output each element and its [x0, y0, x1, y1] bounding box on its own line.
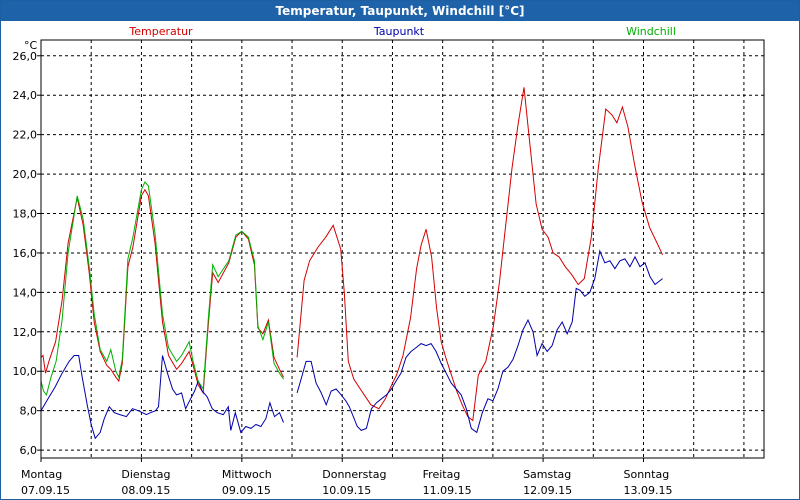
legend-temperatur: Temperatur	[128, 25, 193, 38]
x-tick-weekday: Sonntag	[624, 468, 670, 481]
x-tick-date: 07.09.15	[21, 484, 70, 497]
x-axis-ticks: Montag 07.09.15 Dienstag 08.09.15 Mittwoch 09…	[21, 458, 672, 497]
series-taupunkt	[296, 249, 663, 434]
series-temperatur	[296, 87, 664, 422]
x-tick-date: 11.09.15	[423, 484, 472, 497]
x-tick-date: 13.09.15	[624, 484, 673, 497]
temperature-chart: 6,08,010,012,014,016,018,020,022,024,026…	[13, 25, 765, 497]
x-tick-weekday: Donnerstag	[322, 468, 386, 481]
y-tick-label: 14,0	[13, 286, 38, 299]
legend-taupunkt: Taupunkt	[373, 25, 425, 38]
x-tick-weekday: Montag	[21, 468, 62, 481]
y-tick-label: 24,0	[13, 89, 38, 102]
y-axis-ticks: 6,08,010,012,014,016,018,020,022,024,026…	[13, 50, 41, 457]
x-tick-weekday: Freitag	[423, 468, 461, 481]
x-tick-date: 10.09.15	[322, 484, 371, 497]
y-tick-label: 6,0	[20, 444, 38, 457]
x-tick-date: 12.09.15	[523, 484, 572, 497]
x-tick-weekday: Samstag	[523, 468, 571, 481]
series-lines	[40, 87, 664, 440]
y-tick-label: 18,0	[13, 208, 38, 221]
y-tick-label: 22,0	[13, 129, 38, 142]
y-tick-label: 16,0	[13, 247, 38, 260]
x-tick-date: 09.09.15	[222, 484, 271, 497]
y-tick-label: 8,0	[20, 405, 38, 418]
grid	[41, 40, 764, 458]
legend-windchill: Windchill	[626, 25, 676, 38]
y-tick-label: 12,0	[13, 326, 38, 339]
series-taupunkt	[40, 355, 284, 440]
x-tick-weekday: Dienstag	[121, 468, 170, 481]
y-tick-label: 20,0	[13, 168, 38, 181]
x-tick-weekday: Mittwoch	[222, 468, 272, 481]
x-tick-date: 08.09.15	[121, 484, 170, 497]
y-axis-unit: °C	[24, 39, 38, 52]
plot-border	[40, 39, 765, 459]
y-tick-label: 10,0	[13, 365, 38, 378]
